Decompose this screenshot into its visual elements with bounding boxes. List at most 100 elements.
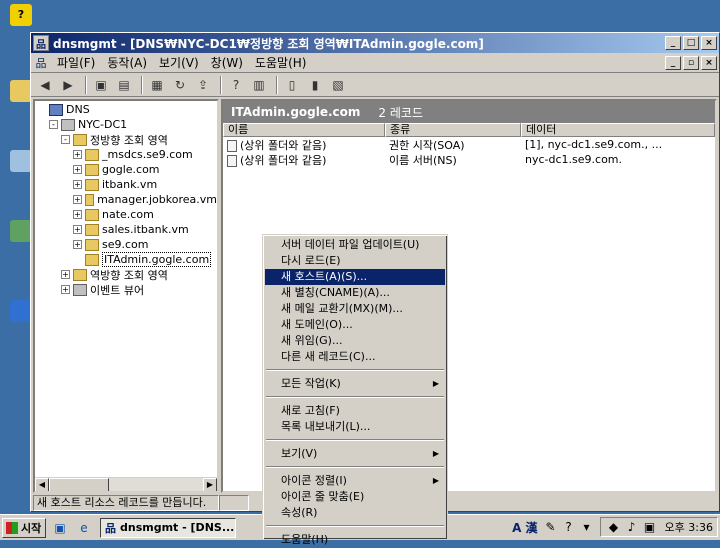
quicklaunch-desktop-icon[interactable]: ▣ [50,519,70,537]
context-menu-item[interactable]: 새 메일 교환기(MX)(M)... [265,301,445,317]
column-data[interactable]: 데이터 [521,123,715,137]
title-bar[interactable]: 品 dnsmgmt - [DNS₩NYC-DC1₩정방향 조회 영역₩ITAdm… [31,33,719,53]
taskbar-item-dnsmgmt[interactable]: 品 dnsmgmt - [DNS... [100,517,236,538]
expand-icon[interactable]: + [73,180,82,189]
context-menu-item-label: 속성(R) [281,506,318,519]
ime-help-icon[interactable]: ? [560,518,578,536]
menu-help[interactable]: 도움말(H) [249,52,313,73]
maximize-button[interactable]: □ [683,36,699,50]
context-menu-item-label: 새 도메인(O)... [281,318,353,331]
tree-item[interactable]: + se9.com [35,237,217,252]
expand-icon[interactable]: + [73,225,82,234]
context-menu-item[interactable]: 서버 데이터 파일 업데이트(U) [265,237,445,253]
context-menu-item[interactable]: 보기(V) ▶ [265,446,445,462]
context-menu-item[interactable]: 새 도메인(O)... [265,317,445,333]
context-menu-item[interactable]: 아이콘 정렬(I) ▶ [265,473,445,489]
tray-menu-icon[interactable]: ▾ [578,518,596,536]
context-menu-item[interactable]: 목록 내보내기(L)... [265,419,445,435]
scroll-right-icon[interactable]: ▶ [203,478,217,491]
collapse-icon[interactable]: - [61,135,70,144]
context-menu-item[interactable]: 속성(R) [265,505,445,521]
export-icon[interactable]: ⇪ [193,76,213,94]
collapse-icon[interactable]: - [49,120,58,129]
tree-item-label: itbank.vm [102,178,158,191]
toolbar-grid-icon[interactable]: ▥ [249,76,269,94]
expand-icon[interactable]: + [61,270,70,279]
start-button[interactable]: 시작 [2,517,46,538]
tree-item[interactable]: ITAdmin.gogle.com [35,252,217,267]
menu-view[interactable]: 보기(V) [153,52,205,73]
refresh-icon[interactable]: ↻ [170,76,190,94]
context-menu-item[interactable]: 새 별칭(CNAME)(A)... [265,285,445,301]
quicklaunch-ie-icon[interactable]: e [74,519,94,537]
expand-icon[interactable]: + [73,195,82,204]
context-menu-item[interactable]: 새 호스트(A)(S)... [265,269,445,285]
tree-item-label: nate.com [102,208,154,221]
zone-icon[interactable]: ▧ [328,76,348,94]
help-icon[interactable]: ? [226,76,246,94]
scroll-left-icon[interactable]: ◀ [35,478,49,491]
record-icon[interactable]: ▯ [282,76,302,94]
zone-title: ITAdmin.gogle.com [231,105,361,119]
zone-icon [85,223,99,236]
close-button[interactable]: × [701,36,717,50]
show-tree-icon[interactable]: ▤ [114,76,134,94]
tree-pane[interactable]: DNS - NYC-DC1- 정방향 조회 영역 + _msdcs.se9.com + gog… [33,99,219,493]
context-menu-item[interactable]: 새로 고침(F) [265,403,445,419]
desktop-icon-help[interactable]: ? [8,4,34,28]
tree-item[interactable]: + nate.com [35,207,217,222]
dns-small-icon: 品 [35,56,47,70]
menu-separator [266,439,444,441]
menu-window[interactable]: 창(W) [205,52,249,73]
ime-indicator[interactable]: A 漢 [512,519,537,536]
network-icon[interactable]: ▣ [641,518,659,536]
scroll-thumb[interactable] [49,478,109,491]
child-restore-button[interactable]: ▫ [683,55,699,70]
tree-item[interactable]: DNS [35,102,217,117]
tree-item[interactable]: + 이벤트 뷰어 [35,282,217,297]
tree-item[interactable]: + sales.itbank.vm [35,222,217,237]
properties-icon[interactable]: ▦ [147,76,167,94]
folder-icon [73,268,87,281]
table-row[interactable]: (상위 폴더와 같음) 권한 시작(SOA) [1], nyc-dc1.se9.co… [223,137,715,152]
up-folder-icon[interactable]: ▣ [91,76,111,94]
zone-icon [85,238,99,251]
back-icon[interactable]: ◀ [35,76,55,94]
menu-action[interactable]: 동작(A) [101,52,153,73]
expand-icon[interactable]: + [73,150,82,159]
table-cell: (상위 폴더와 같음) [223,152,385,168]
tree-item[interactable]: + itbank.vm [35,177,217,192]
record-list-icon[interactable]: ▮ [305,76,325,94]
tree-item[interactable]: + manager.jobkorea.vm [35,192,217,207]
child-close-button[interactable]: × [701,55,717,70]
ime-tool-icon[interactable]: ✎ [542,518,560,536]
folder-icon [10,80,32,102]
security-icon[interactable]: ◆ [605,518,623,536]
tree-item[interactable]: + gogle.com [35,162,217,177]
expand-icon[interactable]: + [73,210,82,219]
forward-icon[interactable]: ▶ [58,76,78,94]
tree-item[interactable]: + 역방향 조회 영역 [35,267,217,282]
tree-item[interactable]: - NYC-DC1 [35,117,217,132]
column-name[interactable]: 이름 [223,123,385,137]
expand-icon[interactable]: + [73,240,82,249]
child-minimize-button[interactable]: _ [665,55,681,70]
column-type[interactable]: 종류 [385,123,521,137]
tree-horizontal-scrollbar[interactable]: ◀ ▶ [35,477,217,491]
context-menu-item[interactable]: 모든 작업(K) ▶ [265,376,445,392]
context-menu-item[interactable]: 다른 새 레코드(C)... [265,349,445,365]
menu-file[interactable]: 파일(F) [51,52,101,73]
context-menu-item[interactable]: 아이콘 줄 맞춤(E) [265,489,445,505]
expand-icon[interactable]: + [61,285,70,294]
expand-icon[interactable]: + [73,165,82,174]
tree-item[interactable]: - 정방향 조회 영역 [35,132,217,147]
context-menu-item[interactable]: 도움말(H) [265,532,445,548]
minimize-button[interactable]: _ [665,36,681,50]
tree-item[interactable]: + _msdcs.se9.com [35,147,217,162]
context-menu-item[interactable]: 새 위임(G)... [265,333,445,349]
tree-item-label: NYC-DC1 [78,118,128,131]
volume-icon[interactable]: ♪ [623,518,641,536]
windows-logo-icon [6,521,18,534]
table-row[interactable]: (상위 폴더와 같음) 이름 서버(NS) nyc-dc1.se9.com. [223,152,715,167]
context-menu-item[interactable]: 다시 로드(E) [265,253,445,269]
